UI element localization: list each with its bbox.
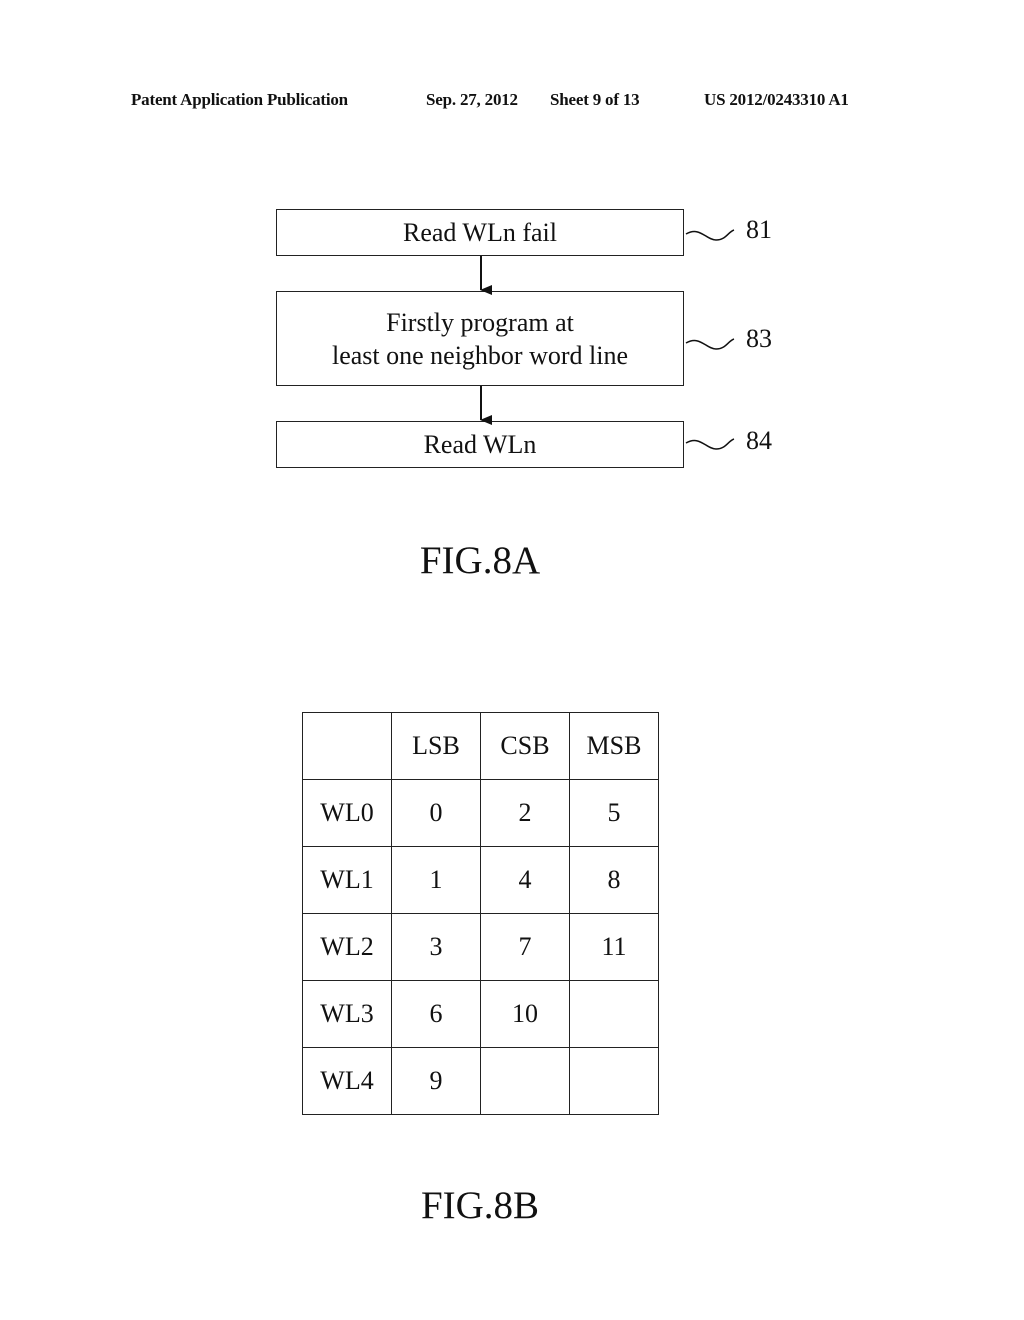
- leader-line-84: [685, 438, 735, 450]
- table-row: WL1 1 4 8: [302, 846, 659, 914]
- flow-step-read: Read WLn: [276, 421, 684, 468]
- table-cell: 11: [569, 913, 659, 981]
- leader-line-83: [685, 338, 735, 350]
- table-cell: 3: [391, 913, 481, 981]
- header-patent-number: US 2012/0243310 A1: [704, 90, 849, 109]
- header-publication: Patent Application Publication: [131, 90, 348, 109]
- table-cell: 1: [391, 846, 481, 914]
- header-cell: CSB: [480, 712, 570, 780]
- row-label: WL2: [302, 913, 392, 981]
- table-row: WL0 0 2 5: [302, 779, 659, 847]
- header-cell: LSB: [391, 712, 481, 780]
- step-text: Firstly program at: [386, 307, 574, 337]
- table-cell: 7: [480, 913, 570, 981]
- table-cell: 5: [569, 779, 659, 847]
- row-label: WL3: [302, 980, 392, 1048]
- table-cell: [569, 1047, 659, 1115]
- table-cell: 4: [480, 846, 570, 914]
- figure-label-8a: FIG.8A: [419, 539, 541, 582]
- flow-step-program-neighbor: Firstly program at least one neighbor wo…: [276, 291, 684, 386]
- step-text: Read WLn fail: [402, 218, 558, 247]
- table-cell: 10: [480, 980, 570, 1048]
- reference-numeral: 84: [746, 426, 772, 455]
- table-cell: 9: [391, 1047, 481, 1115]
- table-cell: [480, 1047, 570, 1115]
- flow-connectors: [480, 229, 735, 450]
- table-row: WL3 6 10: [302, 980, 659, 1048]
- table-cell: 6: [391, 980, 481, 1048]
- table-row: WL2 3 7 11: [302, 913, 659, 981]
- header-sheet: Sheet 9 of 13: [550, 90, 640, 109]
- step-text: least one neighbor word line: [331, 340, 629, 370]
- table-cell: 0: [391, 779, 481, 847]
- row-label: WL1: [302, 846, 392, 914]
- header-date: Sep. 27, 2012: [426, 90, 518, 109]
- row-label: WL0: [302, 779, 392, 847]
- reference-numeral: 83: [746, 324, 772, 353]
- table-cell: 2: [480, 779, 570, 847]
- table-cell: [569, 980, 659, 1048]
- step-text: Read WLn: [423, 430, 537, 459]
- flow-step-read-fail: Read WLn fail: [276, 209, 684, 256]
- program-order-table: LSB CSB MSB WL0 0 2 5 WL1 1 4 8 WL2 3 7 …: [302, 712, 659, 1115]
- row-label: WL4: [302, 1047, 392, 1115]
- reference-numeral: 81: [746, 215, 772, 244]
- header-cell: [302, 712, 392, 780]
- leader-line-81: [685, 229, 735, 241]
- table-header-row: LSB CSB MSB: [302, 712, 659, 780]
- figure-label-8b: FIG.8B: [420, 1184, 540, 1227]
- table-cell: 8: [569, 846, 659, 914]
- table-row: WL4 9: [302, 1047, 659, 1115]
- header-cell: MSB: [569, 712, 659, 780]
